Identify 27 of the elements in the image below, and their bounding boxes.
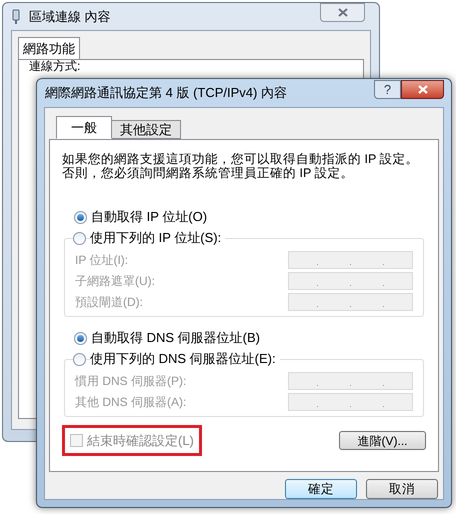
help-button[interactable]: ? (374, 80, 401, 98)
advanced-button[interactable]: 進階(V)... (339, 431, 426, 450)
close-icon (338, 8, 348, 17)
tab[interactable]: 一般 (56, 116, 112, 139)
dialog-button[interactable]: 取消 (366, 479, 438, 499)
dialog-button[interactable]: 確定 (285, 479, 357, 499)
field-label: 慣用 DNS 伺服器(P): (75, 372, 186, 390)
network-adapter-icon (11, 8, 21, 24)
radio-button[interactable] (74, 210, 87, 224)
field-label: 子網路遮罩(U): (75, 272, 155, 290)
radio-label: 使用下列的 IP 位址(S): (90, 228, 226, 248)
close-button[interactable] (401, 80, 444, 98)
window-title: 區域連線 內容 (29, 8, 111, 26)
tab[interactable]: 其他設定 (112, 120, 181, 139)
window-title: 網際網路通訊協定第 4 版 (TCP/IPv4) 內容 (44, 84, 287, 102)
field-label: IP 位址(I): (75, 252, 128, 268)
radio-button[interactable] (74, 332, 87, 344)
field-label: 連線方式: (29, 60, 82, 73)
radio-button[interactable] (73, 232, 86, 244)
tab[interactable]: 網路功能 (18, 37, 80, 59)
description-text: 如果您的網路支援這項功能，您可以取得自動指派的 IP 設定。否則，您必須詢問網路系統管理員正確的 IP 設定。 (62, 152, 420, 180)
field-label: 預設閘道(D): (75, 294, 143, 310)
checkbox-label: 結束時確認設定(L) (87, 432, 194, 450)
radio-label: 使用下列的 DNS 伺服器位址(E): (90, 349, 280, 369)
close-icon (418, 84, 428, 94)
radio-button[interactable] (73, 352, 86, 366)
field-label: 其他 DNS 伺服器(A): (75, 394, 186, 410)
